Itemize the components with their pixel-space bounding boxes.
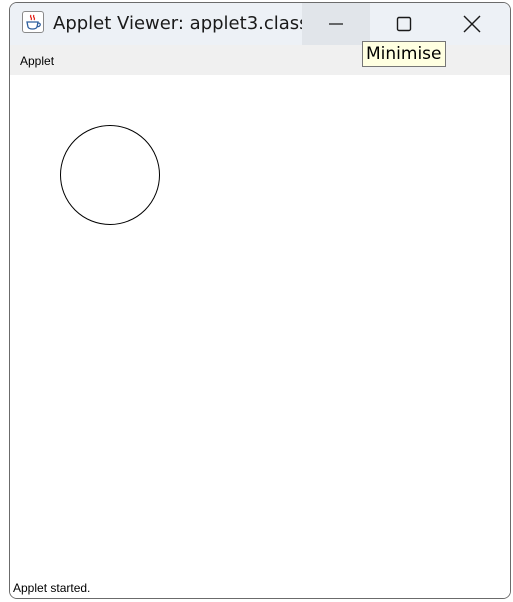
minimise-tooltip: Minimise xyxy=(362,41,446,67)
java-cup-glyph xyxy=(26,14,41,30)
applet-canvas[interactable] xyxy=(10,75,510,580)
applet-viewer-window: Applet Viewer: applet3.class Applet Appl… xyxy=(9,2,511,599)
desktop: Applet Viewer: applet3.class Applet Appl… xyxy=(0,0,513,602)
maximize-icon xyxy=(396,16,412,32)
drawn-circle xyxy=(60,125,160,225)
status-text: Applet started. xyxy=(13,581,91,595)
title-bar[interactable]: Applet Viewer: applet3.class xyxy=(10,3,510,45)
window-title: Applet Viewer: applet3.class xyxy=(53,13,309,34)
maximize-button[interactable] xyxy=(370,3,438,45)
close-button[interactable] xyxy=(438,3,506,45)
java-icon[interactable] xyxy=(22,11,44,33)
minimize-button[interactable] xyxy=(302,3,370,45)
status-bar: Applet started. xyxy=(10,580,510,598)
menu-applet[interactable]: Applet xyxy=(20,54,54,68)
close-icon xyxy=(463,15,481,33)
minimize-icon xyxy=(329,23,343,25)
